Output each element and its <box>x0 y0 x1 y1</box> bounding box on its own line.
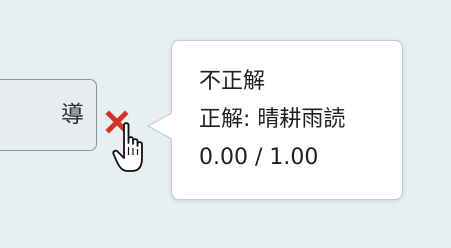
feedback-correct-answer: 正解: 晴耕雨読 <box>199 107 346 132</box>
feedback-status: 不正解 <box>199 69 266 94</box>
feedback-popover: 不正解 正解: 晴耕雨読 0.00 / 1.00 <box>171 40 403 200</box>
answer-text: 導 <box>61 101 84 128</box>
popover-arrow <box>147 112 173 140</box>
feedback-score: 0.00 / 1.00 <box>199 145 319 170</box>
answer-input-field[interactable]: 導 <box>0 79 97 151</box>
